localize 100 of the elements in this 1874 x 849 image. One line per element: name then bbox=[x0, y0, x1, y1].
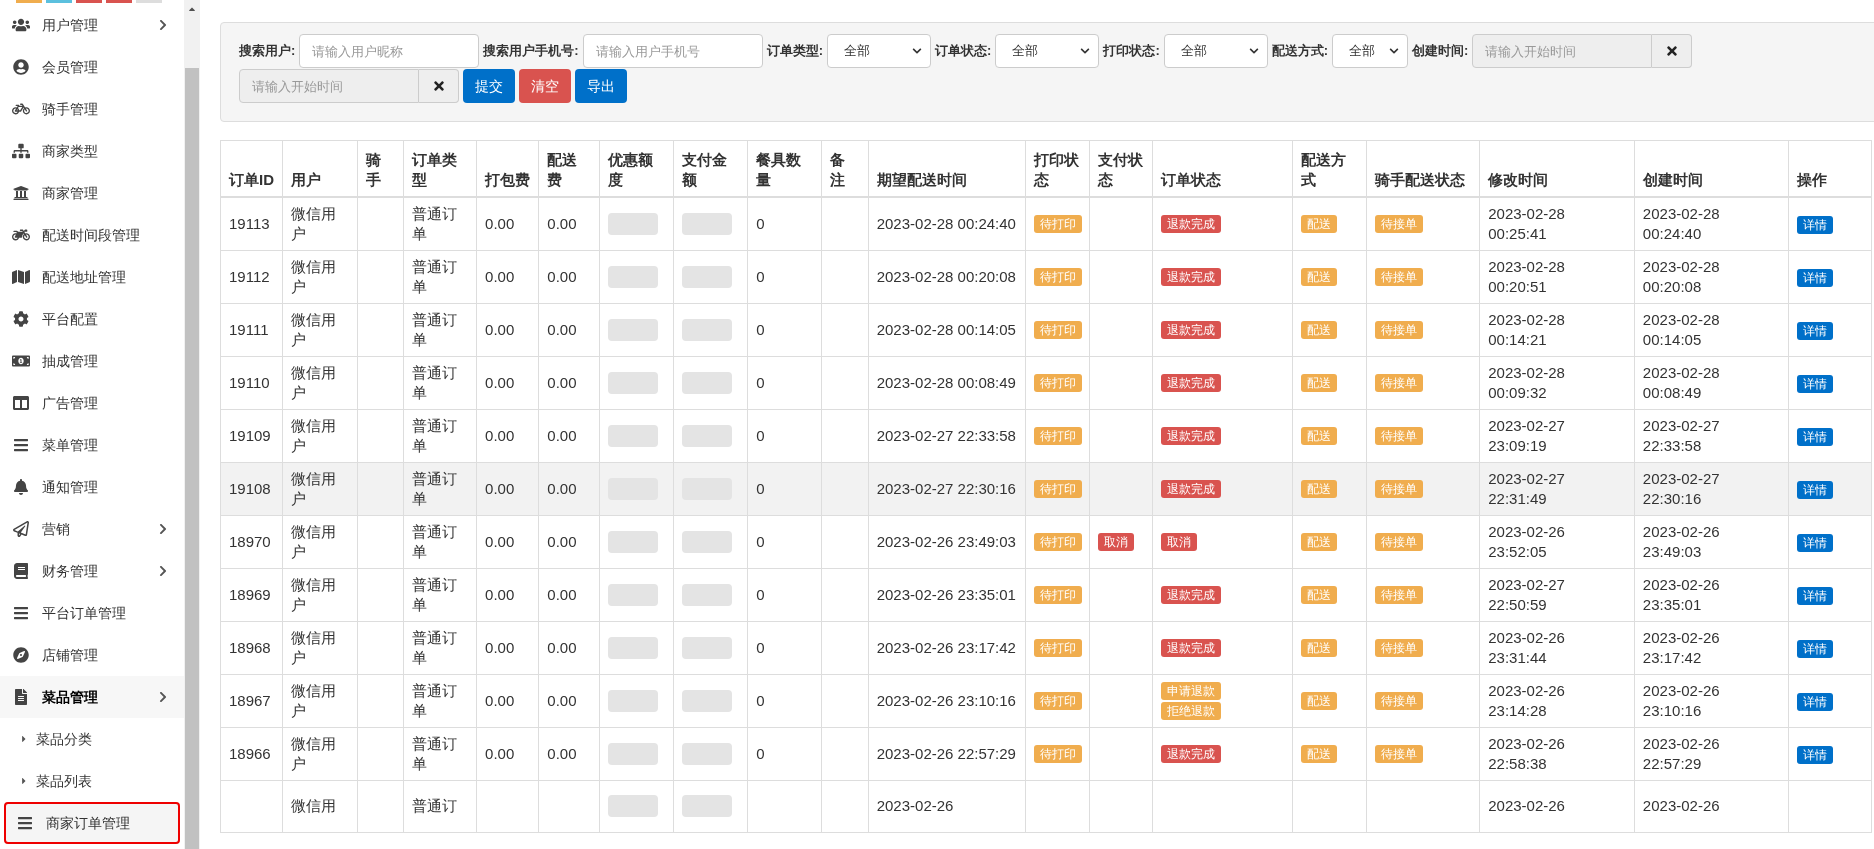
column-header: 订单状态 bbox=[1152, 140, 1293, 197]
status-badge: 待接单 bbox=[1374, 267, 1423, 286]
user-name: 微信用户 bbox=[291, 256, 338, 297]
details-button[interactable]: 详情 bbox=[1796, 321, 1833, 340]
column-header: 创建时间 bbox=[1634, 140, 1788, 197]
dropdown[interactable]: 全部 bbox=[1332, 34, 1409, 68]
blurred-placeholder bbox=[607, 318, 658, 341]
sidebar-item[interactable]: 配送地址管理 bbox=[0, 256, 184, 298]
modified-time: 2023-02-28 00:14:21 bbox=[1488, 309, 1566, 350]
modified-time: 2023-02-26 23:14:28 bbox=[1488, 680, 1566, 721]
order-type: 普通订单 bbox=[411, 574, 458, 615]
sidebar-item[interactable]: 广告管理 bbox=[0, 382, 184, 424]
sidebar-item[interactable]: 财务管理 bbox=[0, 550, 184, 592]
sidebar-item[interactable]: 商家类型 bbox=[0, 130, 184, 172]
chevron-down-icon bbox=[1080, 46, 1091, 56]
details-button[interactable]: 详情 bbox=[1796, 268, 1833, 287]
document-icon bbox=[12, 689, 30, 705]
user-name: 微信用户 bbox=[291, 627, 338, 668]
action-button[interactable]: 清空 bbox=[519, 69, 571, 103]
details-button[interactable]: 详情 bbox=[1796, 586, 1833, 605]
sidebar-item[interactable]: 菜单管理 bbox=[0, 424, 184, 466]
scrollbar[interactable] bbox=[184, 0, 200, 849]
status-badge: 配送 bbox=[1301, 691, 1338, 710]
column-header: 骑手 bbox=[357, 140, 404, 197]
expected-time: 2023-02-26 22:57:29 bbox=[876, 743, 1017, 764]
sidebar-item[interactable]: 配送时间段管理 bbox=[0, 214, 184, 256]
delivery-fee: 0.00 bbox=[547, 690, 578, 711]
sidebar-item[interactable]: 商家订单管理 bbox=[4, 802, 180, 844]
scrollbar-thumb[interactable] bbox=[185, 68, 199, 849]
caret-icon bbox=[20, 734, 28, 744]
blurred-placeholder bbox=[681, 530, 732, 553]
chevron-icon bbox=[158, 565, 168, 577]
status-badge: 待接单 bbox=[1374, 638, 1423, 657]
created-time: 2023-02-26 23:35:01 bbox=[1642, 574, 1721, 615]
sidebar-subitem[interactable]: 菜品列表 bbox=[0, 760, 184, 802]
search-field[interactable]: 请输入用户昵称 bbox=[299, 34, 480, 68]
dropdown[interactable]: 全部 bbox=[1163, 34, 1268, 68]
sidebar-item[interactable]: 店铺管理 bbox=[0, 634, 184, 676]
tab-marker bbox=[46, 0, 72, 3]
expected-time: 2023-02-26 bbox=[876, 796, 955, 816]
modified-time: 2023-02-26 23:52:05 bbox=[1488, 521, 1566, 562]
sidebar-item[interactable]: 营销 bbox=[0, 508, 184, 550]
modified-time: 2023-02-28 00:20:51 bbox=[1488, 256, 1566, 297]
sidebar-item[interactable]: 菜品管理 bbox=[0, 676, 184, 718]
expected-time: 2023-02-26 23:17:42 bbox=[876, 637, 1017, 658]
packing-fee: 0.00 bbox=[485, 425, 516, 446]
blurred-placeholder bbox=[607, 742, 658, 765]
details-button[interactable]: 详情 bbox=[1796, 533, 1833, 552]
status-badge: 退款完成 bbox=[1160, 267, 1221, 286]
sidebar-item[interactable]: 骑手管理 bbox=[0, 88, 184, 130]
details-button[interactable]: 详情 bbox=[1796, 639, 1833, 658]
status-badge: 待接单 bbox=[1374, 585, 1423, 604]
sidebar-item[interactable]: 商家管理 bbox=[0, 172, 184, 214]
clear-button[interactable] bbox=[1652, 34, 1693, 68]
status-badge: 待打印 bbox=[1034, 585, 1083, 604]
filter-label: 订单类型: bbox=[766, 42, 824, 61]
sidebar-item[interactable]: 通知管理 bbox=[0, 466, 184, 508]
details-button[interactable]: 详情 bbox=[1796, 745, 1833, 764]
order-type: 普通订单 bbox=[411, 733, 458, 774]
status-badge: 待打印 bbox=[1034, 479, 1083, 498]
dropdown[interactable]: 全部 bbox=[995, 34, 1100, 68]
created-time: 2023-02-26 23:49:03 bbox=[1642, 521, 1721, 562]
order-type: 普通订单 bbox=[411, 203, 458, 244]
sidebar-item[interactable]: 会员管理 bbox=[0, 46, 184, 88]
status-badge: 退款完成 bbox=[1160, 585, 1221, 604]
column-header: 用户 bbox=[282, 140, 358, 197]
order-type: 普通订单 bbox=[411, 415, 458, 456]
delivery-fee: 0.00 bbox=[547, 584, 578, 605]
details-button[interactable]: 详情 bbox=[1796, 374, 1833, 393]
sidebar-item[interactable]: 抽成管理 bbox=[0, 340, 184, 382]
action-button[interactable]: 导出 bbox=[575, 69, 627, 103]
action-button[interactable]: 提交 bbox=[463, 69, 515, 103]
sidebar-item[interactable]: 平台配置 bbox=[0, 298, 184, 340]
created-time: 2023-02-28 00:20:08 bbox=[1642, 256, 1721, 297]
column-header: 订单类型 bbox=[403, 140, 477, 197]
details-button[interactable]: 详情 bbox=[1796, 215, 1833, 234]
sidebar-subitem[interactable]: 菜品分类 bbox=[0, 718, 184, 760]
dropdown[interactable]: 全部 bbox=[827, 34, 932, 68]
status-badge: 取消 bbox=[1097, 532, 1134, 551]
filter-label: 打印状态: bbox=[1103, 42, 1160, 61]
user-name: 微信用户 bbox=[291, 733, 338, 774]
expected-time: 2023-02-28 00:08:49 bbox=[876, 372, 1017, 393]
date-field[interactable]: 请输入开始时间 bbox=[239, 69, 419, 103]
details-button[interactable]: 详情 bbox=[1796, 480, 1833, 499]
details-button[interactable]: 详情 bbox=[1796, 427, 1833, 446]
filter-label: 创建时间: bbox=[1412, 42, 1469, 61]
sidebar-item[interactable]: 平台订单管理 bbox=[0, 592, 184, 634]
search-field[interactable]: 请输入用户手机号 bbox=[582, 34, 763, 68]
chevron-down-icon bbox=[1248, 46, 1259, 56]
delivery-fee: 0.00 bbox=[547, 425, 578, 446]
status-badge: 待打印 bbox=[1034, 320, 1083, 339]
date-field[interactable]: 请输入开始时间 bbox=[1472, 34, 1653, 68]
status-badge: 配送 bbox=[1301, 479, 1338, 498]
delivery-fee: 0.00 bbox=[547, 637, 578, 658]
details-button[interactable]: 详情 bbox=[1796, 692, 1833, 711]
packing-fee: 0.00 bbox=[485, 372, 516, 393]
created-time: 2023-02-26 bbox=[1642, 796, 1721, 816]
sidebar-item[interactable]: 用户管理 bbox=[0, 4, 184, 46]
clear-button[interactable] bbox=[419, 69, 459, 103]
order-type: 普通订 bbox=[411, 796, 458, 816]
